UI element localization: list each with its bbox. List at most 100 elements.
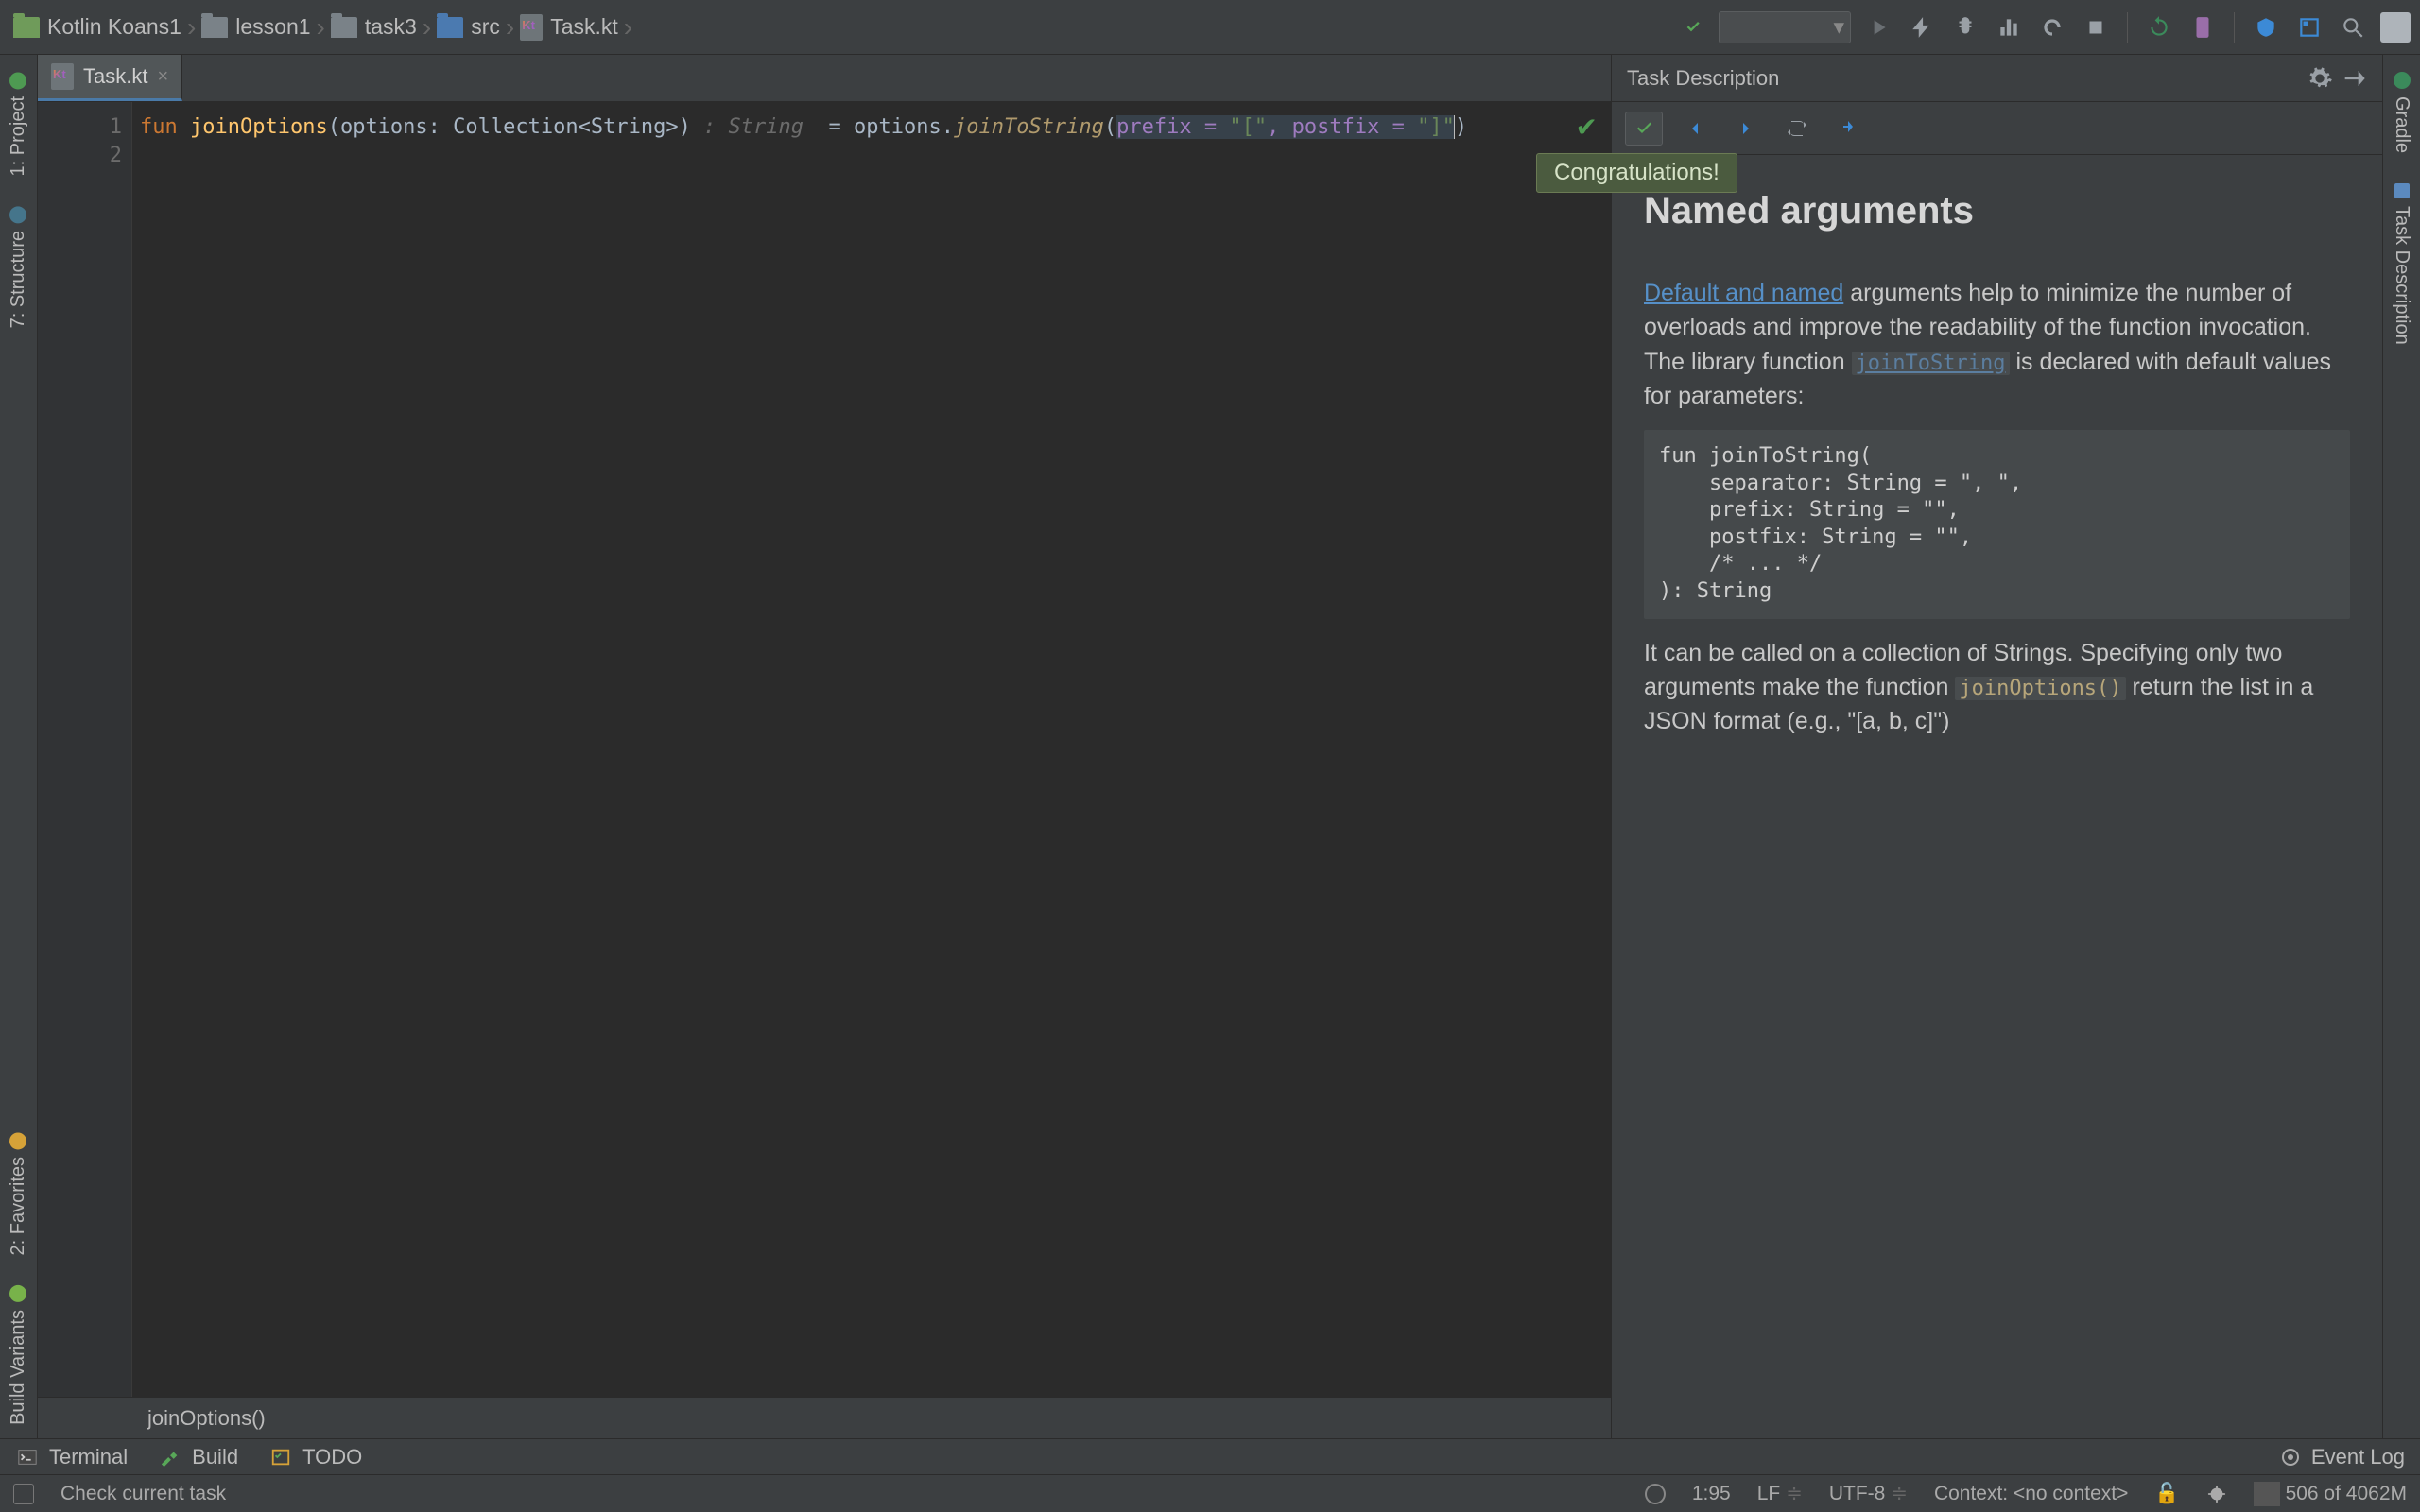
current-element[interactable]: joinOptions() <box>147 1406 266 1431</box>
memory-usage[interactable]: 506 of 4062M <box>2254 1482 2407 1506</box>
code-area[interactable]: fun joinOptions(options: Collection<Stri… <box>132 102 1611 1397</box>
crumb-project[interactable]: Kotlin Koans1 <box>9 14 185 40</box>
tab-label: Build <box>192 1445 238 1469</box>
sync-icon[interactable] <box>2143 11 2175 43</box>
signature: (options: Collection<String>) <box>328 115 691 139</box>
project-toolwindow-tab[interactable]: 1: Project <box>4 59 33 189</box>
stop-icon[interactable] <box>2080 11 2112 43</box>
terminal-tab[interactable]: Terminal <box>15 1445 128 1469</box>
run-config-dropdown[interactable]: ▾ <box>1719 11 1851 43</box>
build-icon[interactable] <box>1675 11 1707 43</box>
task-description-toolwindow-tab[interactable]: Task Description <box>2387 170 2416 358</box>
line-ending[interactable]: LF≑ <box>1757 1482 1803 1505</box>
folder-icon <box>331 17 357 38</box>
crumb-label: Kotlin Koans1 <box>47 14 182 40</box>
separator <box>2127 12 2128 43</box>
crumb-lesson[interactable]: lesson1 <box>198 14 314 40</box>
status-menu-icon[interactable] <box>13 1484 34 1504</box>
build-variants-toolwindow-tab[interactable]: Build Variants <box>4 1272 33 1438</box>
tab-label: 1: Project <box>8 96 29 176</box>
congrats-tooltip: Congratulations! <box>1536 153 1737 193</box>
apply-changes-icon[interactable] <box>1906 11 1938 43</box>
check-ok-icon: ✔ <box>1576 112 1598 143</box>
chevron-right-icon: › <box>423 12 431 43</box>
comma: , <box>1267 115 1292 139</box>
folder-icon <box>437 17 463 38</box>
top-nav: Kotlin Koans1 › lesson1 › task3 › src › … <box>0 0 2420 55</box>
gradle-toolwindow-tab[interactable]: Gradle <box>2387 59 2416 166</box>
todo-icon <box>268 1447 293 1468</box>
toolbar-right: ▾ <box>1675 11 2411 43</box>
gear-icon[interactable] <box>2307 65 2333 92</box>
structure-icon <box>10 206 27 223</box>
keyword: fun <box>140 115 178 139</box>
string: "[" <box>1229 115 1267 139</box>
profile-icon[interactable] <box>1993 11 2025 43</box>
editor-breadcrumb-bar: joinOptions() <box>38 1397 1611 1438</box>
rparen: ) <box>1455 115 1467 139</box>
task-heading: Named arguments <box>1644 183 2350 238</box>
default-and-named-link[interactable]: Default and named <box>1644 280 1843 306</box>
check-task-button[interactable] <box>1625 112 1663 146</box>
sdk-manager-icon[interactable] <box>2250 11 2282 43</box>
crumb-label: lesson1 <box>235 14 310 40</box>
tab-label: Terminal <box>49 1445 128 1469</box>
lock-icon[interactable]: 🔓 <box>2154 1483 2179 1505</box>
inspections-icon[interactable] <box>2206 1484 2227 1504</box>
search-icon[interactable] <box>2337 11 2369 43</box>
tab-label: Event Log <box>2311 1445 2405 1469</box>
avatar[interactable] <box>2380 12 2411 43</box>
memory-text: 506 of 4062M <box>2286 1483 2407 1505</box>
structure-toolwindow-tab[interactable]: 7: Structure <box>4 193 33 341</box>
chevron-right-icon: › <box>624 12 632 43</box>
fill-answer-button[interactable] <box>1829 112 1867 146</box>
context[interactable]: Context: <no context> <box>1934 1483 2128 1505</box>
function-name: joinOptions <box>190 115 328 139</box>
caret-position[interactable]: 1:95 <box>1692 1483 1731 1505</box>
panel-title: Task Description <box>1627 66 1779 91</box>
status-indicator-icon[interactable] <box>1645 1484 1666 1504</box>
lparen: ( <box>1104 115 1116 139</box>
reset-task-button[interactable] <box>1778 112 1816 146</box>
editor-tab[interactable]: Task.kt × <box>38 55 182 101</box>
close-icon[interactable]: × <box>157 66 168 88</box>
kotlin-file-icon <box>520 14 543 41</box>
avd-icon[interactable] <box>2187 11 2219 43</box>
project-icon <box>10 72 27 89</box>
encoding[interactable]: UTF-8≑ <box>1829 1482 1908 1505</box>
join-to-string-link[interactable]: joinToString <box>1852 352 2010 375</box>
task-content[interactable]: Named arguments Default and named argume… <box>1612 155 2382 1438</box>
debug-icon[interactable] <box>1949 11 1981 43</box>
build-tab[interactable]: Build <box>158 1445 238 1469</box>
crumb-src[interactable]: src <box>433 14 504 40</box>
prev-task-button[interactable] <box>1676 112 1714 146</box>
chevron-right-icon: › <box>506 12 514 43</box>
tab-label: Build Variants <box>8 1310 29 1425</box>
event-log-tab[interactable]: Event Log <box>2279 1445 2405 1469</box>
hide-icon[interactable] <box>2341 65 2367 92</box>
tab-label: TODO <box>302 1445 362 1469</box>
breadcrumb[interactable]: Kotlin Koans1 › lesson1 › task3 › src › … <box>9 12 1675 43</box>
editor-body[interactable]: 12 fun joinOptions(options: Collection<S… <box>38 102 1611 1397</box>
attach-icon[interactable] <box>2036 11 2068 43</box>
folder-icon <box>201 17 228 38</box>
left-tool-stripe: 1: Project 7: Structure 2: Favorites Bui… <box>0 55 38 1438</box>
star-icon <box>10 1132 27 1149</box>
separator <box>2234 12 2235 43</box>
todo-tab[interactable]: TODO <box>268 1445 362 1469</box>
tab-label: Task Description <box>2391 206 2412 345</box>
tab-title: Task.kt <box>83 64 147 89</box>
tab-label: 2: Favorites <box>8 1157 29 1255</box>
task-description-panel: Task Description <box>1612 55 2382 1438</box>
tab-label: 7: Structure <box>8 231 29 328</box>
run-icon[interactable] <box>1862 11 1894 43</box>
chevron-right-icon: › <box>187 12 196 43</box>
folder-icon <box>13 17 40 38</box>
crumb-task[interactable]: task3 <box>327 14 421 40</box>
chevron-right-icon: › <box>317 12 325 43</box>
bottom-tool-tabs: Terminal Build TODO Event Log <box>0 1438 2420 1474</box>
favorites-toolwindow-tab[interactable]: 2: Favorites <box>4 1119 33 1268</box>
crumb-file[interactable]: Task.kt <box>516 14 622 41</box>
next-task-button[interactable] <box>1727 112 1765 146</box>
layout-icon[interactable] <box>2293 11 2325 43</box>
